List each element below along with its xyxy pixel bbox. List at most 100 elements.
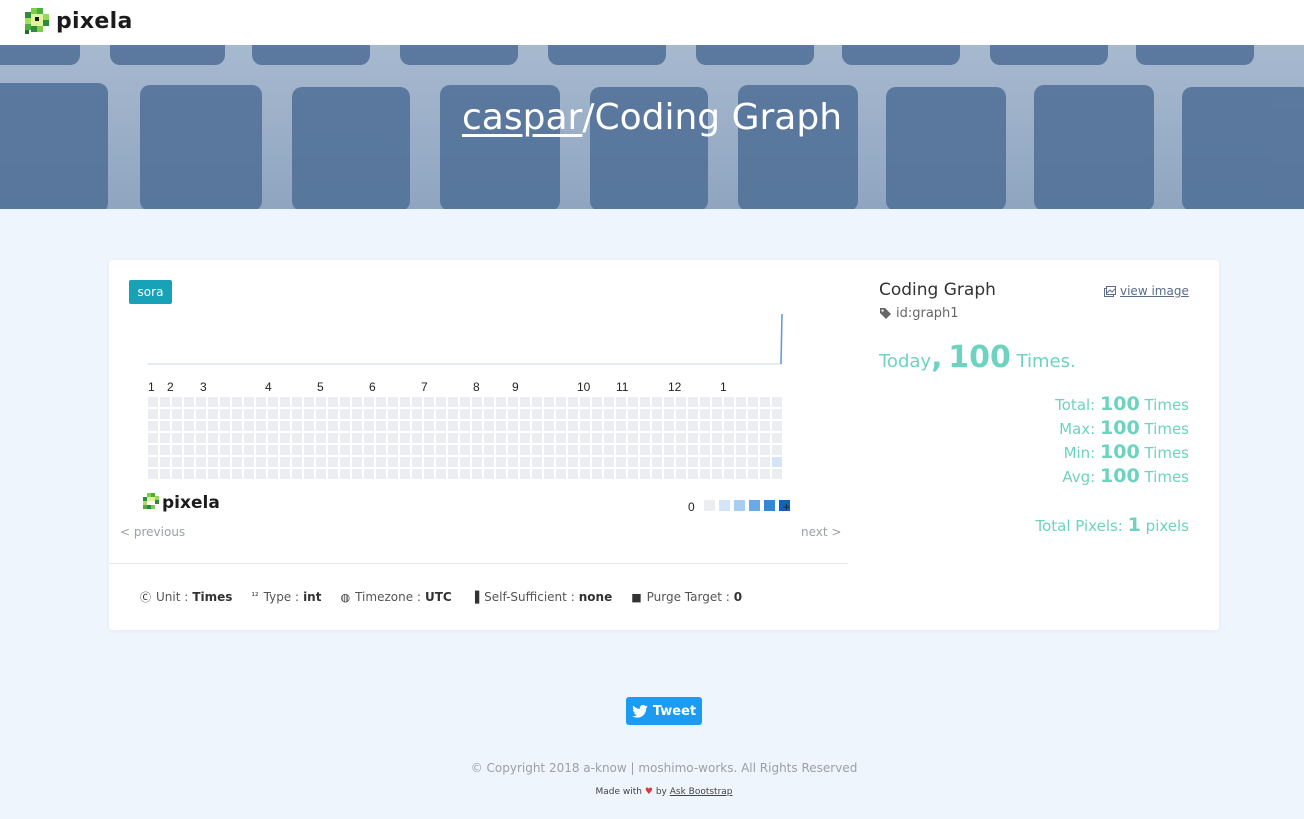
purge-target-value: 0 — [733, 590, 743, 604]
pixel-cell — [148, 445, 158, 455]
pixel-cell — [676, 469, 686, 479]
pixel-cell — [388, 421, 398, 431]
pixel-cell — [220, 469, 230, 479]
pixel-cell — [184, 409, 194, 419]
pixel-cell — [304, 421, 314, 431]
pixel-cell — [196, 409, 206, 419]
pixel-cell — [328, 421, 338, 431]
pixel-cell — [316, 397, 326, 407]
pixel-cell — [208, 421, 218, 431]
pixel-cell — [532, 469, 542, 479]
pixel-cell — [400, 421, 410, 431]
pixel-cell — [364, 457, 374, 467]
pixel-cell — [580, 433, 590, 443]
pixel-cell — [388, 469, 398, 479]
pixel-cell — [148, 469, 158, 479]
pixel-cell — [196, 397, 206, 407]
pixel-cell — [160, 397, 170, 407]
pixel-cell — [664, 421, 674, 431]
brand-logo[interactable]: pixela — [22, 6, 133, 36]
twitter-bird-icon — [632, 704, 648, 718]
pixel-cell — [592, 445, 602, 455]
pixel-cell — [568, 397, 578, 407]
pixel-cell — [712, 445, 722, 455]
pixel-cell — [664, 445, 674, 455]
pixel-cell — [328, 409, 338, 419]
pixel-cell — [436, 421, 446, 431]
pixel-cell — [340, 469, 350, 479]
graph-meta-bar: Ⓒ Unit : Times ¹² Type : int ◍ Timezone :U… — [140, 589, 761, 605]
globe-icon: ◍ — [340, 590, 351, 604]
ask-bootstrap-link[interactable]: Ask Bootstrap — [670, 787, 733, 797]
pixel-cell — [652, 421, 662, 431]
stat-avg-unit: Times — [1144, 468, 1189, 486]
pixel-cell — [556, 397, 566, 407]
pixel-cell — [532, 433, 542, 443]
pixel-cell — [328, 397, 338, 407]
sparkline — [148, 313, 783, 365]
pixel-cell — [436, 445, 446, 455]
pixel-cell — [580, 421, 590, 431]
pixel-cell — [472, 409, 482, 419]
pixel-cell — [448, 409, 458, 419]
pixel-cell — [328, 445, 338, 455]
pixel-cell — [352, 457, 362, 467]
unit-value: Times — [192, 590, 233, 604]
pixel-cell — [484, 397, 494, 407]
pixel-cell — [160, 469, 170, 479]
pixel-cell — [760, 421, 770, 431]
pixel-cell — [256, 469, 266, 479]
pixel-cell — [760, 469, 770, 479]
pixel-cell — [712, 397, 722, 407]
pixel-cell — [508, 397, 518, 407]
pixela-logo-pixel — [147, 493, 151, 497]
month-label: 2 — [167, 380, 174, 394]
pixel-cell — [340, 421, 350, 431]
month-label: 4 — [265, 380, 272, 394]
username-link[interactable]: caspar — [462, 97, 582, 138]
pixel-cell — [172, 409, 182, 419]
tweet-button[interactable]: Tweet — [626, 697, 702, 725]
pixel-cell — [568, 469, 578, 479]
graph-card: sora 1 2 3 4 5 6 7 8 9 10 11 12 1 pixela 0 + < previous… — [109, 260, 1219, 630]
previous-link[interactable]: < previous — [120, 525, 185, 539]
pixela-logo-pixel — [155, 496, 159, 500]
pixel-cell — [256, 397, 266, 407]
pixel-cell — [424, 433, 434, 443]
theme-badge[interactable]: sora — [129, 280, 172, 304]
pixel-cell — [496, 409, 506, 419]
pixel-cell — [688, 469, 698, 479]
pixel-cell — [412, 457, 422, 467]
pixel-cell — [436, 409, 446, 419]
stat-min: Min: 100 Times — [1055, 440, 1189, 464]
pixel-cell — [580, 457, 590, 467]
heart-icon: ♥ — [644, 787, 653, 797]
pixel-cell — [388, 409, 398, 419]
pixel-cell — [604, 433, 614, 443]
unit-sep: : — [184, 590, 189, 604]
stat-total-label: Total: — [1055, 396, 1096, 414]
pixel-cell — [496, 457, 506, 467]
pixel-cell — [400, 445, 410, 455]
pixel-cell — [244, 445, 254, 455]
stat-max: Max: 100 Times — [1055, 416, 1189, 440]
meta-timezone: ◍ Timezone : UTC — [340, 589, 451, 605]
pixel-cell — [592, 469, 602, 479]
legend-min-label: 0 — [688, 500, 695, 514]
pixela-logo-pixel — [151, 493, 155, 497]
pixel-cell — [256, 433, 266, 443]
pixel-cell — [244, 409, 254, 419]
pixel-cell — [352, 421, 362, 431]
pixel-cell — [496, 433, 506, 443]
pixel-cell — [196, 433, 206, 443]
pixel-cell — [328, 469, 338, 479]
divider — [109, 563, 848, 564]
pixel-cell — [604, 409, 614, 419]
month-label: 11 — [616, 380, 629, 394]
pixel-cell — [280, 421, 290, 431]
next-link[interactable]: next > — [801, 525, 841, 539]
view-image-link[interactable]: view image — [1104, 284, 1189, 298]
pixel-cell — [616, 457, 626, 467]
pixel-cell — [448, 457, 458, 467]
pixela-logo-icon — [25, 8, 49, 34]
